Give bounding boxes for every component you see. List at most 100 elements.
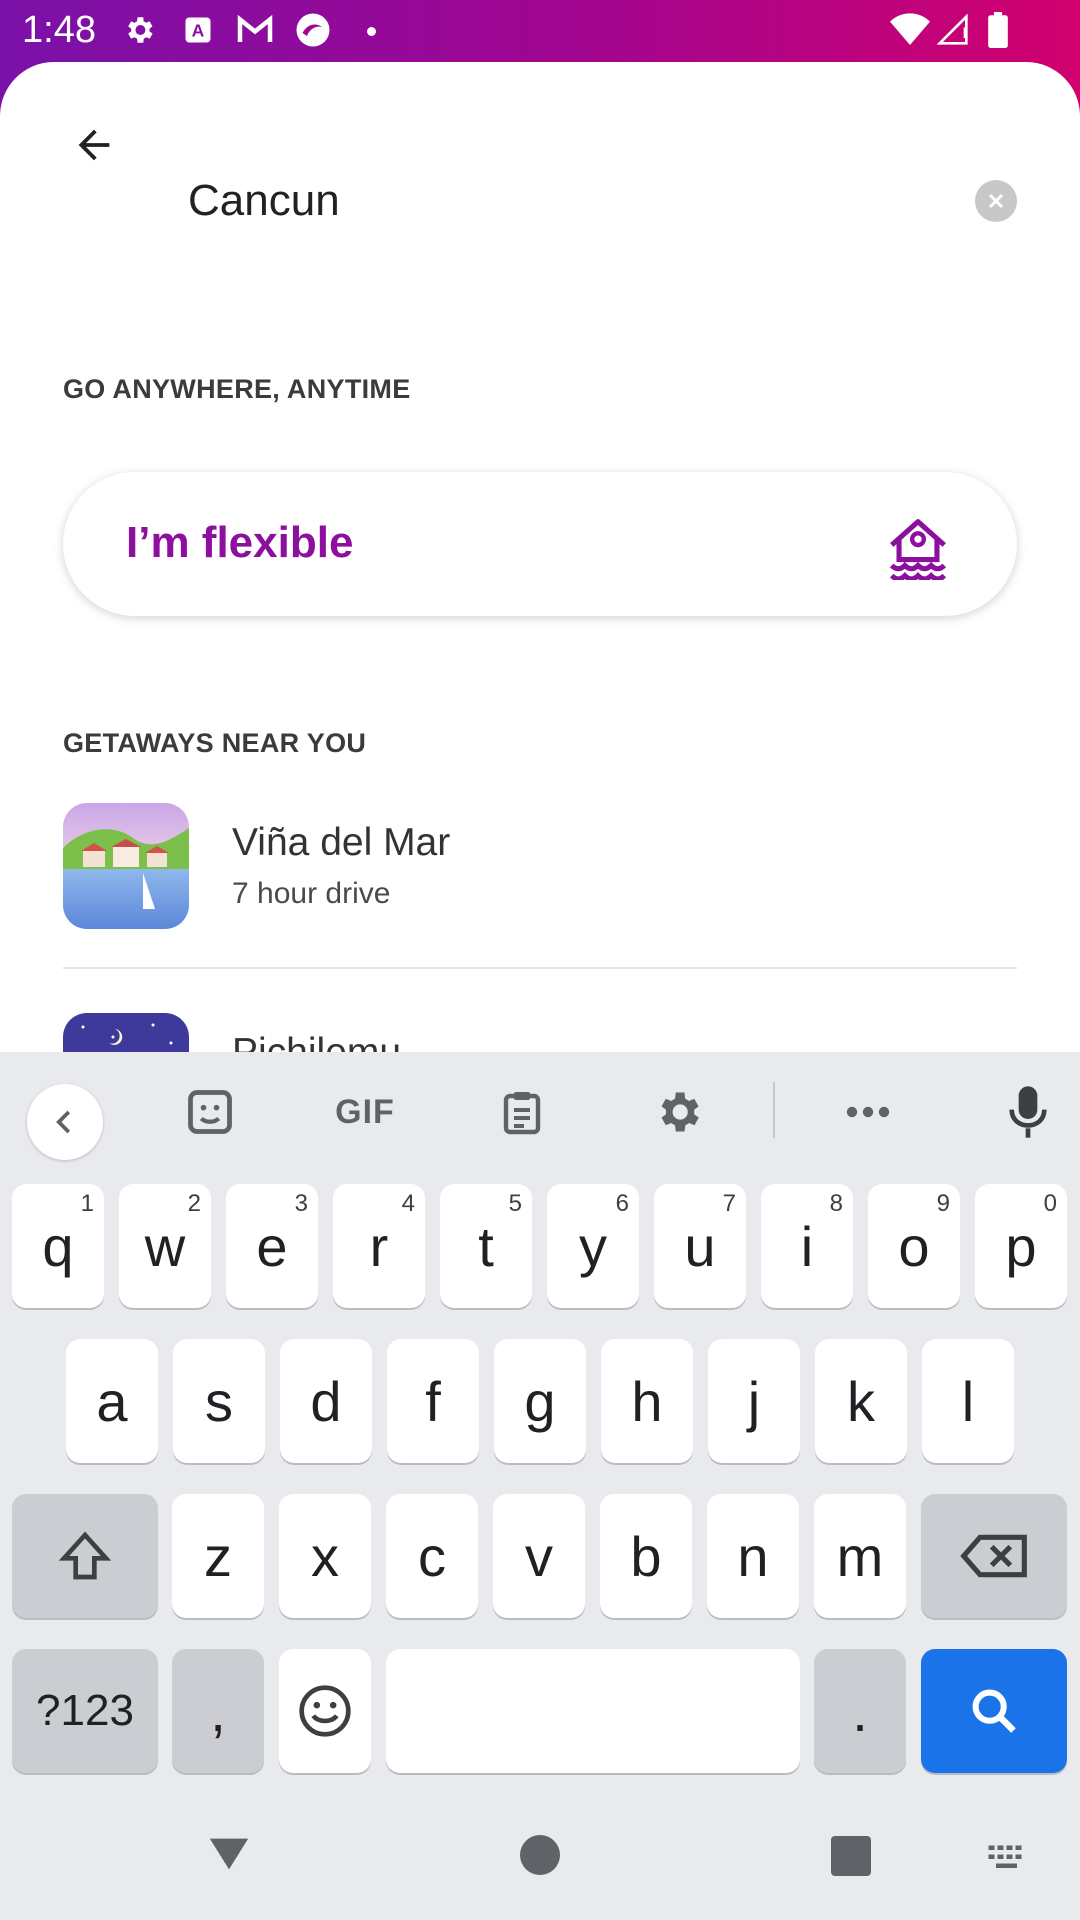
key-x[interactable]: x — [279, 1494, 371, 1618]
font-a-icon: A — [180, 12, 216, 48]
shift-icon — [58, 1531, 112, 1580]
key-l[interactable]: l — [922, 1339, 1014, 1463]
key-label: ?123 — [36, 1686, 134, 1735]
gif-button[interactable]: GIF — [330, 1084, 400, 1140]
key-label: x — [311, 1524, 339, 1588]
key-label: q — [42, 1214, 74, 1278]
home-circle-icon[interactable] — [520, 1835, 560, 1875]
close-icon — [988, 193, 1004, 209]
key-c[interactable]: c — [386, 1494, 478, 1618]
key-i[interactable]: i8 — [761, 1184, 853, 1308]
shift-key[interactable] — [12, 1494, 158, 1618]
clear-search-button[interactable] — [975, 180, 1017, 222]
key-label: w — [144, 1214, 186, 1278]
destination-thumbnail — [63, 803, 189, 929]
key-e[interactable]: e3 — [226, 1184, 318, 1308]
key-h[interactable]: h — [601, 1339, 693, 1463]
key-r[interactable]: r4 — [333, 1184, 425, 1308]
recents-square-icon[interactable] — [831, 1836, 871, 1876]
divider — [63, 967, 1017, 969]
key-label: n — [737, 1524, 769, 1588]
key-label: d — [310, 1369, 342, 1433]
key-u[interactable]: u7 — [654, 1184, 746, 1308]
gif-label: GIF — [335, 1092, 395, 1131]
key-label: s — [205, 1369, 233, 1433]
key-label: , — [210, 1679, 226, 1743]
search-icon — [972, 1689, 1016, 1733]
key-label: r — [369, 1214, 389, 1278]
key-hint: 2 — [187, 1190, 201, 1217]
key-label: j — [747, 1369, 761, 1433]
section-heading-getaways: GETAWAYS NEAR YOU — [63, 728, 367, 758]
mic-icon[interactable] — [1000, 1084, 1056, 1140]
key-q[interactable]: q1 — [12, 1184, 104, 1308]
back-button[interactable] — [64, 115, 124, 175]
key-hint: 8 — [829, 1190, 843, 1217]
key-hint: 3 — [294, 1190, 308, 1217]
key-y[interactable]: y6 — [547, 1184, 639, 1308]
key-g[interactable]: g — [494, 1339, 586, 1463]
key-b[interactable]: b — [600, 1494, 692, 1618]
emoji-icon — [299, 1685, 351, 1737]
key-label: g — [524, 1369, 556, 1433]
key-label: a — [96, 1369, 128, 1433]
toolbar-separator — [773, 1082, 775, 1138]
emoji-key[interactable] — [279, 1649, 371, 1773]
key-n[interactable]: n — [707, 1494, 799, 1618]
key-f[interactable]: f — [387, 1339, 479, 1463]
gear-icon[interactable] — [650, 1084, 706, 1140]
gear-icon — [121, 12, 157, 48]
house-boat-icon — [883, 510, 953, 582]
key-v[interactable]: v — [493, 1494, 585, 1618]
key-d[interactable]: d — [280, 1339, 372, 1463]
key-label: o — [898, 1214, 930, 1278]
key-o[interactable]: o9 — [868, 1184, 960, 1308]
im-flexible-card[interactable]: I’m flexible — [63, 472, 1017, 616]
key-hint: 5 — [508, 1190, 522, 1217]
list-item[interactable]: Viña del Mar 7 hour drive — [63, 803, 1017, 933]
key-k[interactable]: k — [815, 1339, 907, 1463]
backspace-key[interactable] — [921, 1494, 1067, 1618]
key-label: y — [579, 1214, 607, 1278]
key-label: u — [684, 1214, 716, 1278]
key-label: v — [525, 1524, 553, 1588]
key-label: b — [630, 1524, 662, 1588]
destination-name: Viña del Mar — [232, 821, 451, 864]
key-p[interactable]: p0 — [975, 1184, 1067, 1308]
key-label: m — [836, 1524, 884, 1588]
comma-key[interactable]: , — [172, 1649, 264, 1773]
key-hint: 9 — [936, 1190, 950, 1217]
key-j[interactable]: j — [708, 1339, 800, 1463]
key-w[interactable]: w2 — [119, 1184, 211, 1308]
svg-text:A: A — [192, 20, 205, 40]
space-key[interactable] — [386, 1649, 800, 1773]
destination-name: Pichilemu — [232, 1031, 401, 1052]
more-icon[interactable] — [840, 1084, 896, 1140]
key-s[interactable]: s — [173, 1339, 265, 1463]
symbols-key[interactable]: ?123 — [12, 1649, 158, 1773]
back-triangle-icon[interactable] — [206, 1834, 252, 1879]
key-t[interactable]: t5 — [440, 1184, 532, 1308]
period-key[interactable]: . — [814, 1649, 906, 1773]
key-label: z — [204, 1524, 232, 1588]
search-key[interactable] — [921, 1649, 1067, 1773]
key-label: k — [847, 1369, 875, 1433]
gmail-icon — [237, 12, 273, 48]
keyboard-toolbar: GIF — [0, 1052, 1080, 1168]
key-m[interactable]: m — [814, 1494, 906, 1618]
keyboard-switch-icon[interactable] — [987, 1844, 1029, 1879]
key-label: c — [418, 1524, 446, 1588]
key-hint: 7 — [722, 1190, 736, 1217]
clipboard-icon[interactable] — [494, 1084, 550, 1140]
key-label: l — [961, 1369, 975, 1433]
chevron-left-icon[interactable] — [27, 1084, 103, 1160]
key-hint: 0 — [1043, 1190, 1057, 1217]
destination-detail: 7 hour drive — [232, 877, 391, 910]
notification-dot — [367, 27, 376, 36]
destination-thumbnail — [63, 1013, 189, 1052]
key-z[interactable]: z — [172, 1494, 264, 1618]
list-item[interactable]: Pichilemu — [63, 1013, 1017, 1052]
search-input[interactable] — [188, 168, 948, 234]
sticker-icon[interactable] — [182, 1084, 238, 1140]
key-a[interactable]: a — [66, 1339, 158, 1463]
